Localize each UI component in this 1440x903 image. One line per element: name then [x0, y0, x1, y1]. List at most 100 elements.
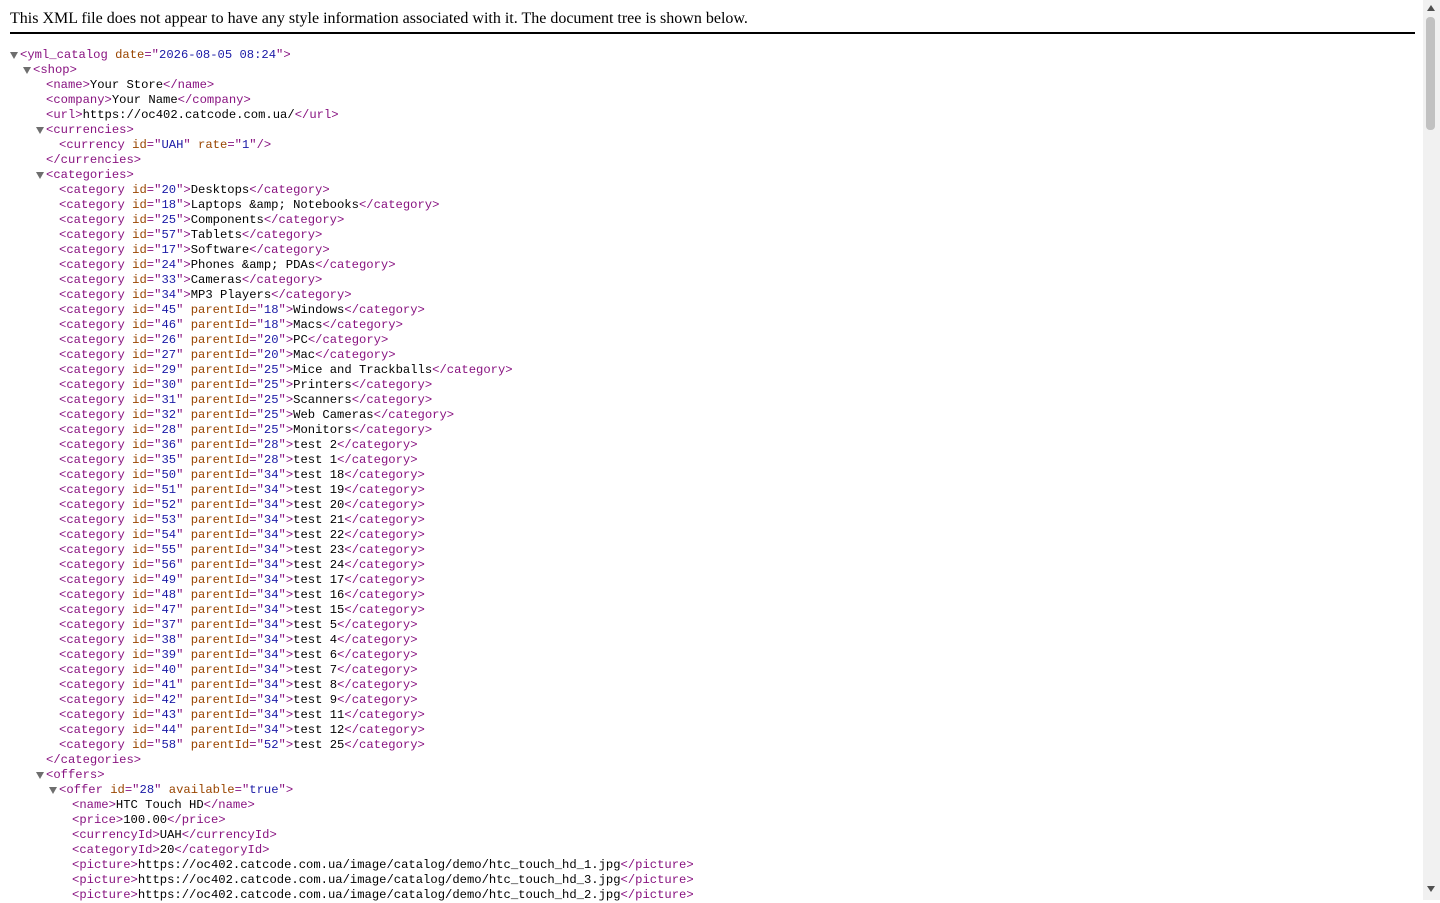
xml-token: ="	[146, 288, 162, 302]
xml-line-content: <category id="37" parentId="34">test 5</…	[59, 618, 418, 633]
xml-line: <category id="36" parentId="28">test 2</…	[10, 438, 1420, 453]
xml-token: ="	[146, 243, 162, 257]
xml-token: 34	[263, 678, 279, 692]
xml-line-content: <name>Your Store</name>	[46, 78, 214, 93]
collapse-triangle-icon[interactable]	[36, 172, 44, 179]
xml-line: <category id="37" parentId="34">test 5</…	[10, 618, 1420, 633]
xml-token: Windows	[293, 303, 345, 317]
xml-token: ="	[249, 423, 264, 437]
xml-token: 34	[263, 588, 279, 602]
xml-token: </category>	[263, 213, 345, 227]
xml-token: ="	[249, 348, 264, 362]
xml-token: </category>	[337, 453, 418, 467]
xml-line-content: <currencies>	[46, 123, 134, 138]
xml-token: test 8	[293, 678, 338, 692]
xml-token: parentId	[190, 738, 250, 752]
xml-token: parentId	[190, 453, 250, 467]
xml-token: "/>	[249, 138, 272, 152]
xml-line-content: <category id="35" parentId="28">test 1</…	[59, 453, 418, 468]
xml-token: <category	[59, 423, 125, 437]
vertical-scrollbar[interactable]	[1423, 0, 1440, 900]
xml-token: 52	[161, 498, 177, 512]
xml-token: parentId	[190, 363, 250, 377]
xml-token: <category	[59, 543, 125, 557]
xml-token: id	[132, 378, 147, 392]
collapse-triangle-icon[interactable]	[10, 52, 18, 59]
xml-token: ="	[146, 228, 162, 242]
xml-token: 34	[263, 498, 279, 512]
xml-token: parentId	[190, 603, 250, 617]
xml-token: </category>	[337, 438, 418, 452]
xml-token: ="	[146, 723, 162, 737]
xml-token: ">	[176, 213, 191, 227]
xml-token: ">	[176, 258, 191, 272]
xml-token: ">	[176, 273, 191, 287]
xml-token: parentId	[190, 693, 250, 707]
xml-token: ">	[278, 543, 294, 557]
xml-token: ="	[249, 453, 264, 467]
xml-token: parentId	[190, 543, 250, 557]
xml-token	[183, 513, 190, 527]
xml-line-content: <category id="47" parentId="34">test 15<…	[59, 603, 425, 618]
scroll-up-arrow-icon[interactable]	[1427, 5, 1435, 11]
xml-token	[183, 303, 190, 317]
xml-token: ="	[146, 468, 162, 482]
xml-token: ="	[144, 48, 159, 62]
xml-line: <picture>https://oc402.catcode.com.ua/im…	[10, 858, 1420, 873]
xml-token	[108, 48, 115, 62]
xml-token: ">	[278, 438, 294, 452]
xml-token	[183, 558, 190, 572]
xml-token: 28	[161, 423, 177, 437]
xml-line: <url>https://oc402.catcode.com.ua/</url>	[10, 108, 1420, 123]
xml-token: id	[132, 243, 147, 257]
scroll-down-arrow-icon[interactable]	[1427, 886, 1435, 892]
xml-line-content: <category id="33">Cameras</category>	[59, 273, 322, 288]
xml-token: parentId	[190, 648, 250, 662]
xml-token: ="	[249, 303, 264, 317]
collapse-triangle-icon[interactable]	[23, 67, 31, 74]
xml-token: id	[132, 183, 147, 197]
xml-token: test 18	[293, 468, 345, 482]
xml-line: <category id="38" parentId="34">test 4</…	[10, 633, 1420, 648]
xml-token: </category>	[373, 408, 455, 422]
xml-line: <category id="44" parentId="34">test 12<…	[10, 723, 1420, 738]
xml-token: <category	[59, 228, 125, 242]
xml-token: ">	[278, 513, 294, 527]
xml-line: <currencies>	[10, 123, 1420, 138]
collapse-triangle-icon[interactable]	[49, 787, 57, 794]
xml-token	[161, 783, 168, 797]
xml-token: parentId	[190, 723, 250, 737]
xml-token: parentId	[190, 423, 250, 437]
xml-token: <currencies>	[46, 123, 134, 137]
collapse-triangle-icon[interactable]	[36, 772, 44, 779]
xml-token: ="	[249, 573, 264, 587]
xml-token: 58	[161, 738, 177, 752]
xml-token: 36	[161, 438, 177, 452]
xml-token: 44	[161, 723, 177, 737]
xml-token: <category	[59, 468, 125, 482]
xml-line-content: <offers>	[46, 768, 105, 783]
xml-token: ="	[146, 633, 162, 647]
xml-token: ="	[249, 498, 264, 512]
xml-token: <category	[59, 738, 125, 752]
xml-token: ="	[249, 723, 264, 737]
collapse-triangle-icon[interactable]	[36, 127, 44, 134]
xml-token: <category	[59, 318, 125, 332]
xml-token: 25	[263, 393, 279, 407]
xml-token: 34	[263, 483, 279, 497]
xml-token: ="	[249, 693, 264, 707]
xml-token	[183, 723, 190, 737]
xml-token: 28	[263, 453, 279, 467]
xml-line-content: <category id="31" parentId="25">Scanners…	[59, 393, 432, 408]
xml-token: ">	[278, 618, 294, 632]
xml-token: <category	[59, 603, 125, 617]
xml-token: ="	[146, 543, 162, 557]
xml-line: <category id="46" parentId="18">Macs</ca…	[10, 318, 1420, 333]
xml-token: 20	[263, 348, 279, 362]
xml-line-content: <category id="55" parentId="34">test 23<…	[59, 543, 425, 558]
xml-token: </category>	[344, 528, 425, 542]
xml-token: parentId	[190, 438, 250, 452]
scrollbar-thumb[interactable]	[1426, 17, 1435, 130]
xml-line: <category id="18">Laptops &amp; Notebook…	[10, 198, 1420, 213]
xml-token: ">	[278, 738, 294, 752]
